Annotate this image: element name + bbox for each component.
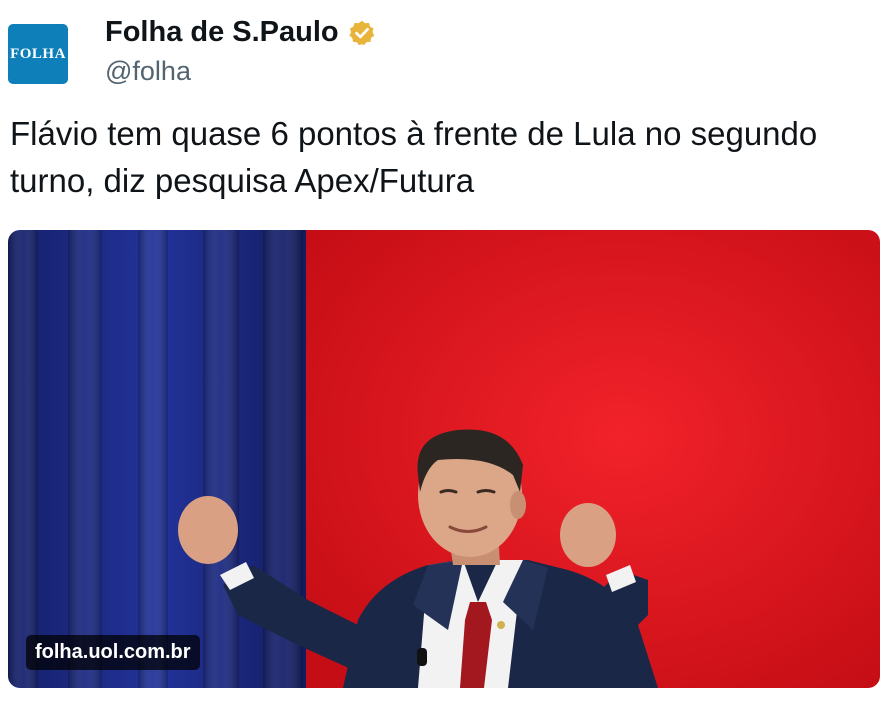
tweet-media[interactable]: folha.uol.com.br [8, 230, 880, 688]
tweet-text: Flávio tem quase 6 pontos à frente de Lu… [10, 115, 818, 199]
tweet-header: FOLHA Folha de S.Paulo @folha [8, 14, 872, 94]
name-row: Folha de S.Paulo [105, 16, 376, 49]
avatar[interactable]: FOLHA [8, 24, 68, 84]
verified-badge-icon[interactable] [348, 19, 376, 47]
avatar-logo-text: FOLHA [10, 45, 66, 62]
display-name[interactable]: Folha de S.Paulo [105, 16, 339, 49]
source-domain-label[interactable]: folha.uol.com.br [26, 635, 200, 670]
news-photo [8, 230, 880, 688]
user-handle[interactable]: @folha [105, 56, 191, 87]
